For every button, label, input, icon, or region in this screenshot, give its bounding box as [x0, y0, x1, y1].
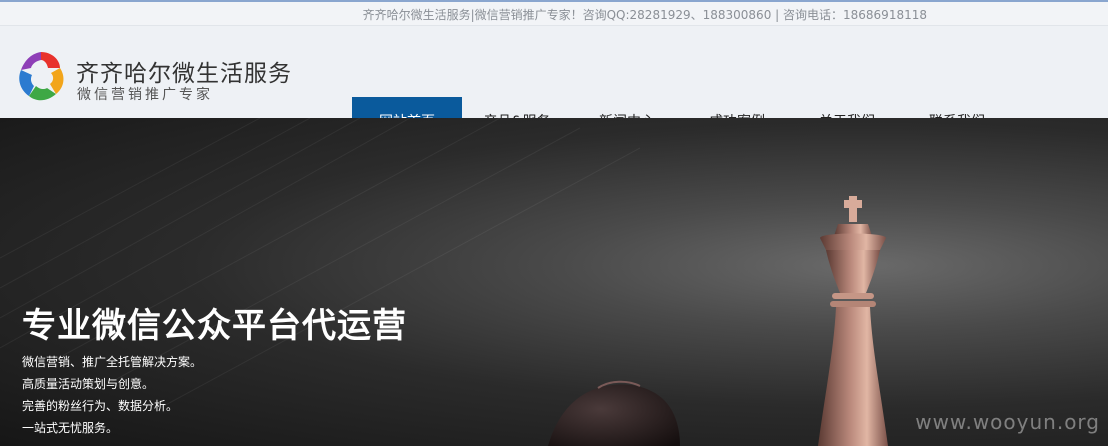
brand-name: 齐齐哈尔微生活服务	[76, 61, 292, 87]
hero-feature-item: 一站式无忧服务。	[22, 421, 119, 435]
logo-icon[interactable]	[10, 46, 72, 108]
hero-feature-item: 微信营销、推广全托管解决方案。	[22, 355, 203, 369]
hero-feature-item: 高质量活动策划与创意。	[22, 377, 155, 391]
watermark-text: www.wooyun.org	[915, 410, 1100, 434]
top-info-bar: 齐齐哈尔微生活服务|微信营销推广专家！咨询QQ:28281929、1883008…	[0, 2, 1108, 26]
brand-tagline: 微信营销推广专家	[77, 87, 213, 103]
hero-feature-list: 微信营销、推广全托管解决方案。 高质量活动策划与创意。 完善的粉丝行为、数据分析…	[22, 351, 202, 439]
site-header: 齐齐哈尔微生活服务 微信营销推广专家 网站首页 产品&服务 新闻中心 成功案例 …	[0, 26, 1108, 144]
hero-banner: 专业微信公众平台代运营 微信营销、推广全托管解决方案。 高质量活动策划与创意。 …	[0, 118, 1108, 446]
hero-title: 专业微信公众平台代运营	[22, 306, 407, 346]
contact-info-text: 齐齐哈尔微生活服务|微信营销推广专家！咨询QQ:28281929、1883008…	[362, 8, 927, 22]
hero-feature-item: 完善的粉丝行为、数据分析。	[22, 399, 179, 413]
